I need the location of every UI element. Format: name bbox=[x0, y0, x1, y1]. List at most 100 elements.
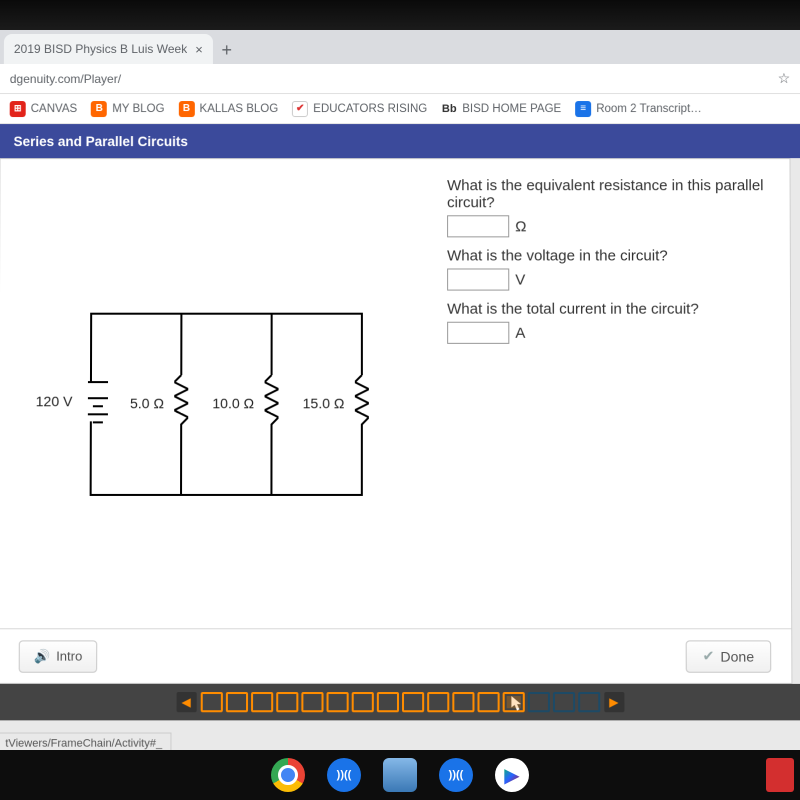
unit-amp: A bbox=[515, 324, 525, 341]
browser-tab-strip: 2019 BISD Physics B Luis Week × + bbox=[0, 30, 800, 64]
app-glyph: ))(( bbox=[337, 769, 352, 781]
bookmark-label: MY BLOG bbox=[112, 103, 164, 115]
r1-label: 5.0 Ω bbox=[130, 395, 164, 411]
done-button[interactable]: ✔ Done bbox=[685, 640, 771, 672]
progress-step[interactable] bbox=[276, 692, 298, 712]
app-icon-blue[interactable]: ))(( bbox=[327, 758, 361, 792]
wire bbox=[361, 431, 363, 496]
intro-button[interactable]: 🔊 Intro bbox=[19, 640, 98, 672]
progress-step[interactable] bbox=[376, 692, 398, 712]
progress-step[interactable] bbox=[326, 692, 348, 712]
blogger-icon: B bbox=[91, 101, 107, 117]
chevron-right-icon: ▶ bbox=[609, 695, 618, 709]
browser-tab-active[interactable]: 2019 BISD Physics B Luis Week × bbox=[4, 34, 213, 64]
lesson-title: Series and Parallel Circuits bbox=[14, 134, 188, 149]
new-tab-button[interactable]: + bbox=[213, 36, 241, 64]
unit-ohm: Ω bbox=[515, 218, 526, 235]
chrome-icon[interactable] bbox=[271, 758, 305, 792]
progress-step[interactable] bbox=[452, 692, 474, 712]
content-panel: 120 V 5.0 Ω 10.0 Ω bbox=[0, 158, 792, 684]
source-label: 120 V bbox=[36, 393, 73, 409]
files-icon[interactable] bbox=[383, 758, 417, 792]
app-icon-blue-2[interactable]: ))(( bbox=[439, 758, 473, 792]
bookmark-room2[interactable]: ≡ Room 2 Transcript… bbox=[575, 101, 702, 117]
progress-step[interactable] bbox=[351, 692, 373, 712]
progress-step[interactable] bbox=[402, 692, 424, 712]
laptop-bezel bbox=[0, 0, 800, 30]
notification-icon[interactable] bbox=[766, 758, 794, 792]
wire bbox=[271, 313, 273, 375]
answer-input-resistance[interactable] bbox=[447, 215, 509, 237]
question-3: What is the total current in the circuit… bbox=[447, 301, 774, 344]
wire bbox=[180, 431, 182, 496]
progress-step[interactable] bbox=[225, 692, 247, 712]
bookmark-star-icon[interactable]: ☆ bbox=[778, 70, 791, 87]
question-text: What is the equivalent resistance in thi… bbox=[447, 177, 774, 211]
wire bbox=[90, 421, 92, 496]
browser-address-bar[interactable]: dgenuity.com/Player/ ☆ bbox=[0, 64, 800, 94]
os-taskbar: ))(( ))(( ▶ bbox=[0, 750, 800, 800]
lesson-header: Series and Parallel Circuits bbox=[0, 124, 800, 158]
progress-step[interactable] bbox=[578, 692, 600, 712]
diagram-pane: 120 V 5.0 Ω 10.0 Ω bbox=[0, 159, 431, 628]
circuit-diagram: 120 V 5.0 Ω 10.0 Ω bbox=[49, 293, 381, 515]
progress-boxes bbox=[200, 692, 600, 712]
url-text: dgenuity.com/Player/ bbox=[10, 72, 778, 86]
progress-step[interactable] bbox=[527, 692, 549, 712]
bookmarks-bar: ⊞ CANVAS B MY BLOG B KALLAS BLOG ✔ EDUCA… bbox=[0, 94, 800, 124]
doc-icon: ≡ bbox=[575, 101, 591, 117]
photo-of-laptop: 2019 BISD Physics B Luis Week × + dgenui… bbox=[0, 0, 800, 800]
answer-input-current[interactable] bbox=[447, 322, 509, 344]
done-label: Done bbox=[720, 648, 754, 664]
blogger-icon: B bbox=[178, 101, 194, 117]
wire bbox=[361, 313, 363, 375]
content-split: 120 V 5.0 Ω 10.0 Ω bbox=[0, 159, 791, 628]
progress-next-button[interactable]: ▶ bbox=[604, 692, 624, 712]
chevron-left-icon: ◀ bbox=[181, 695, 190, 709]
progress-step[interactable] bbox=[301, 692, 323, 712]
progress-step[interactable] bbox=[502, 692, 524, 712]
question-pane: What is the equivalent resistance in thi… bbox=[431, 159, 791, 628]
canvas-icon: ⊞ bbox=[10, 101, 26, 117]
bookmark-label: KALLAS BLOG bbox=[199, 103, 278, 115]
content-frame: 120 V 5.0 Ω 10.0 Ω bbox=[0, 158, 800, 755]
play-glyph: ▶ bbox=[504, 763, 519, 788]
educators-icon: ✔ bbox=[292, 101, 308, 117]
wire bbox=[90, 313, 361, 315]
progress-prev-button[interactable]: ◀ bbox=[176, 692, 196, 712]
bookmark-myblog[interactable]: B MY BLOG bbox=[91, 101, 164, 117]
progress-step[interactable] bbox=[477, 692, 499, 712]
plus-icon: + bbox=[221, 39, 232, 60]
bookmark-label: EDUCATORS RISING bbox=[313, 103, 427, 115]
content-footer: 🔊 Intro ✔ Done bbox=[0, 628, 791, 683]
r3-label: 15.0 Ω bbox=[303, 395, 345, 411]
bookmark-kallas[interactable]: B KALLAS BLOG bbox=[178, 101, 278, 117]
laptop-screen: 2019 BISD Physics B Luis Week × + dgenui… bbox=[0, 30, 800, 755]
progress-strip: ◀ ▶ bbox=[0, 684, 800, 720]
bookmark-educators[interactable]: ✔ EDUCATORS RISING bbox=[292, 101, 427, 117]
progress-step[interactable] bbox=[552, 692, 574, 712]
progress-step[interactable] bbox=[427, 692, 449, 712]
resistor-r3 bbox=[355, 375, 369, 431]
r2-label: 10.0 Ω bbox=[212, 395, 254, 411]
progress-step[interactable] bbox=[200, 692, 222, 712]
bookmark-label: Room 2 Transcript… bbox=[596, 103, 702, 115]
bookmark-canvas[interactable]: ⊞ CANVAS bbox=[10, 101, 78, 117]
resistor-r1 bbox=[174, 375, 188, 431]
wire bbox=[90, 313, 92, 381]
question-1: What is the equivalent resistance in thi… bbox=[447, 177, 774, 237]
battery-symbol bbox=[88, 381, 108, 421]
answer-input-voltage[interactable] bbox=[447, 268, 509, 290]
close-icon[interactable]: × bbox=[195, 41, 203, 56]
bookmark-bisd[interactable]: Bb BISD HOME PAGE bbox=[441, 101, 561, 117]
intro-label: Intro bbox=[56, 648, 82, 663]
progress-step[interactable] bbox=[251, 692, 273, 712]
question-2: What is the voltage in the circuit? V bbox=[447, 247, 774, 290]
question-text: What is the voltage in the circuit? bbox=[447, 247, 774, 264]
wire bbox=[270, 431, 272, 496]
resistor-r2 bbox=[264, 375, 278, 431]
wire bbox=[90, 494, 361, 496]
play-store-icon[interactable]: ▶ bbox=[495, 758, 529, 792]
question-text: What is the total current in the circuit… bbox=[447, 301, 774, 318]
bookmark-label: BISD HOME PAGE bbox=[462, 103, 561, 115]
